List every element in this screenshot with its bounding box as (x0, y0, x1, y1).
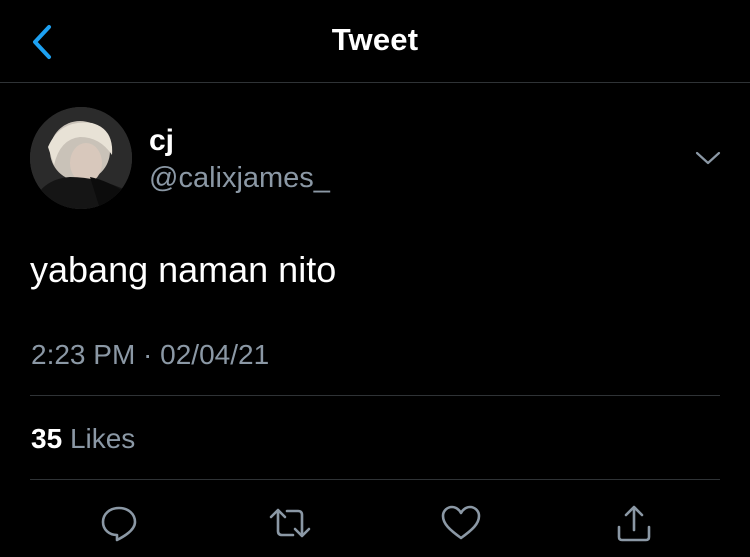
navigation-bar: Tweet (0, 0, 750, 83)
retweet-icon (269, 508, 311, 538)
author-handle[interactable]: @calixjames_ (149, 161, 330, 195)
heart-icon (441, 505, 481, 540)
reply-button[interactable] (94, 498, 144, 548)
likes-count[interactable]: 35 Likes (31, 422, 135, 456)
like-button[interactable] (436, 498, 486, 548)
tweet-text: yabang naman nito (30, 249, 337, 290)
more-options-button[interactable] (690, 143, 726, 173)
divider (30, 395, 720, 396)
avatar[interactable] (30, 107, 132, 209)
page-title: Tweet (331, 22, 419, 57)
reply-icon (101, 506, 137, 542)
likes-number: 35 (31, 423, 63, 454)
avatar-image (30, 107, 132, 209)
chevron-down-icon (695, 151, 721, 165)
author-display-name[interactable]: cj (149, 124, 174, 158)
share-icon (617, 505, 651, 542)
divider (30, 479, 720, 480)
retweet-button[interactable] (265, 498, 315, 548)
likes-label: Likes (69, 423, 136, 454)
tweet-timestamp: 2:23 PM · 02/04/21 (31, 339, 270, 370)
share-button[interactable] (609, 498, 659, 548)
